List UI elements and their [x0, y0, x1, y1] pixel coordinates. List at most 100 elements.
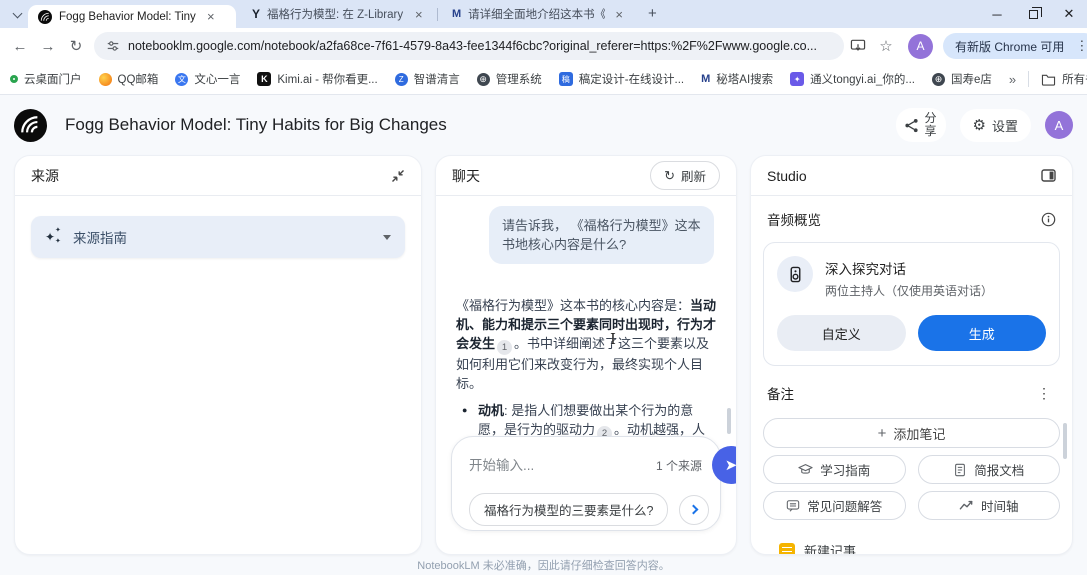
- timeline-button[interactable]: 时间轴: [918, 491, 1061, 520]
- settings-label: 设置: [992, 116, 1018, 135]
- globe-icon: ⊕: [477, 73, 490, 86]
- divider: [1028, 71, 1029, 87]
- zlibrary-favicon: Y: [252, 7, 260, 21]
- speaker-icon: [777, 256, 813, 292]
- add-note-button[interactable]: + 添加笔记: [763, 418, 1060, 448]
- bookmark-star-icon[interactable]: ☆: [872, 32, 900, 60]
- citation-chip-1[interactable]: 1: [497, 340, 512, 355]
- tab-title: Fogg Behavior Model: Tiny H: [59, 11, 197, 23]
- faq-button[interactable]: 常见问题解答: [763, 491, 906, 520]
- next-suggestion-button[interactable]: [679, 495, 709, 525]
- source-guide-card[interactable]: ✦✦✦ 来源指南: [31, 216, 405, 258]
- customize-button[interactable]: 自定义: [777, 315, 906, 351]
- notebooklm-logo: [14, 109, 47, 142]
- tab-title: 请详细全面地介绍这本书《福: [468, 6, 605, 22]
- audio-overview-card: 深入探究对话 两位主持人（仅使用英语对话） 自定义 生成: [763, 242, 1060, 366]
- chrome-update-chip[interactable]: 有新版 Chrome 可用 ⋮: [943, 33, 1087, 59]
- bookmark-item[interactable]: ⊕管理系统: [477, 71, 542, 87]
- minimize-button[interactable]: ─: [979, 0, 1015, 28]
- folder-icon: [1041, 73, 1056, 86]
- timeline-icon: [959, 498, 974, 513]
- app-profile-avatar[interactable]: A: [1045, 111, 1073, 139]
- bookmark-item[interactable]: KKimi.ai - 帮你看更...: [257, 71, 377, 87]
- refresh-chat-button[interactable]: ↻ 刷新: [650, 161, 720, 190]
- tab-close-icon[interactable]: ×: [204, 9, 218, 24]
- bookmark-item[interactable]: 云桌面门户: [10, 71, 82, 87]
- tongyi-icon: ✦: [790, 72, 804, 86]
- send-button[interactable]: ➤: [712, 446, 737, 484]
- bookmark-item[interactable]: ⊕国寿e店: [932, 71, 992, 87]
- bookmark-item[interactable]: Z智谱清言: [395, 71, 460, 87]
- send-to-device-icon[interactable]: [844, 32, 872, 60]
- close-button[interactable]: ✕: [1051, 0, 1087, 28]
- reload-button[interactable]: ↻: [62, 32, 90, 60]
- tab-close-icon[interactable]: ×: [612, 7, 626, 22]
- generate-button[interactable]: 生成: [918, 315, 1047, 351]
- chat-scroll-area[interactable]: 请告诉我， 《福格行为模型》这本书地核心内容是什么? 《福格行为模型》这本书的核…: [436, 196, 736, 555]
- new-tab-button[interactable]: +: [642, 4, 663, 23]
- settings-button[interactable]: ⚙ 设置: [960, 109, 1031, 142]
- restore-button[interactable]: [1015, 0, 1051, 28]
- notebooklm-favicon: [38, 10, 52, 24]
- chat-scrollbar-thumb[interactable]: [727, 408, 731, 434]
- chat-input[interactable]: [469, 458, 646, 473]
- sources-panel-title: 来源: [31, 166, 59, 186]
- share-button[interactable]: 分享: [896, 108, 946, 142]
- note-icon: [779, 543, 795, 556]
- tab-close-icon[interactable]: ×: [412, 7, 426, 22]
- chevron-down-icon: [12, 9, 22, 19]
- tab-search-button[interactable]: [8, 7, 26, 23]
- share-icon: [904, 118, 919, 133]
- studio-panel-title: Studio: [767, 168, 807, 184]
- bullet-term: 动机: [478, 403, 504, 418]
- kimi-icon: K: [257, 72, 271, 86]
- briefing-doc-button[interactable]: 简报文档: [918, 455, 1061, 484]
- tab-notebooklm[interactable]: Fogg Behavior Model: Tiny H ×: [28, 5, 236, 28]
- notes-menu-icon[interactable]: ⋮: [1032, 385, 1056, 402]
- gear-icon: ⚙: [973, 116, 986, 134]
- paper-plane-icon: ➤: [725, 456, 737, 474]
- browser-window: Fogg Behavior Model: Tiny H × Y 福格行为模型: …: [0, 0, 1087, 575]
- studio-scrollbar-thumb[interactable]: [1063, 423, 1067, 459]
- forward-button[interactable]: →: [34, 32, 62, 60]
- tab-separator: [437, 8, 438, 21]
- restore-icon: [1029, 10, 1038, 19]
- refresh-icon: ↻: [664, 168, 675, 184]
- source-count-label: 1 个来源: [656, 457, 702, 474]
- metaso-icon: M: [701, 73, 710, 85]
- tab-zlibrary[interactable]: Y 福格行为模型: 在 Z-Library 上 ×: [242, 0, 434, 28]
- tab-metaso[interactable]: M 请详细全面地介绍这本书《福 ×: [442, 0, 634, 28]
- bookmarks-bar: 云桌面门户 QQ邮箱 文文心一言 KKimi.ai - 帮你看更... Z智谱清…: [0, 64, 1087, 95]
- document-icon: [953, 463, 967, 477]
- globe-icon: ⊕: [932, 73, 945, 86]
- chevron-down-icon[interactable]: [383, 235, 391, 240]
- panel-layout-icon[interactable]: [1041, 168, 1056, 183]
- note-item-label: 新建记事: [804, 541, 856, 555]
- audio-card-title: 深入探究对话: [825, 256, 993, 278]
- bookmark-item[interactable]: M秘塔AI搜索: [701, 71, 773, 87]
- bookmarks-overflow-icon[interactable]: »: [1009, 72, 1016, 87]
- bookmark-item[interactable]: QQ邮箱: [99, 71, 159, 87]
- browser-menu-icon[interactable]: ⋮: [1070, 38, 1087, 54]
- app-header: Fogg Behavior Model: Tiny Habits for Big…: [0, 95, 1087, 155]
- share-label: 分享: [924, 112, 938, 138]
- back-button[interactable]: ←: [6, 32, 34, 60]
- chevron-right-icon: [688, 505, 698, 515]
- bookmark-item[interactable]: ✦通义tongyi.ai_你的...: [790, 71, 915, 87]
- sources-panel: 来源 ✦✦✦ 来源指南: [14, 155, 422, 555]
- browser-profile-avatar[interactable]: A: [908, 34, 933, 59]
- suggested-question-chip[interactable]: 福格行为模型的三要素是什么?: [469, 493, 668, 526]
- faq-bubble-icon: [786, 499, 800, 513]
- info-icon[interactable]: [1041, 212, 1056, 227]
- address-bar[interactable]: notebooklm.google.com/notebook/a2fa68ce-…: [94, 32, 844, 60]
- collapse-panel-icon[interactable]: [391, 169, 405, 183]
- user-message-bubble: 请告诉我， 《福格行为模型》这本书地核心内容是什么?: [489, 206, 714, 264]
- study-guide-button[interactable]: 学习指南: [763, 455, 906, 484]
- all-bookmarks-button[interactable]: 所有书签: [1041, 71, 1087, 87]
- chat-input-card: 1 个来源 ➤ 福格行为模型的三要素是什么?: [451, 436, 721, 531]
- chrome-update-label: 有新版 Chrome 可用: [955, 38, 1064, 55]
- tab-title: 福格行为模型: 在 Z-Library 上: [267, 6, 405, 22]
- bookmark-item[interactable]: 稿稿定设计-在线设计...: [559, 71, 684, 87]
- note-list-item[interactable]: 新建记事: [779, 541, 856, 555]
- bookmark-item[interactable]: 文文心一言: [175, 71, 240, 87]
